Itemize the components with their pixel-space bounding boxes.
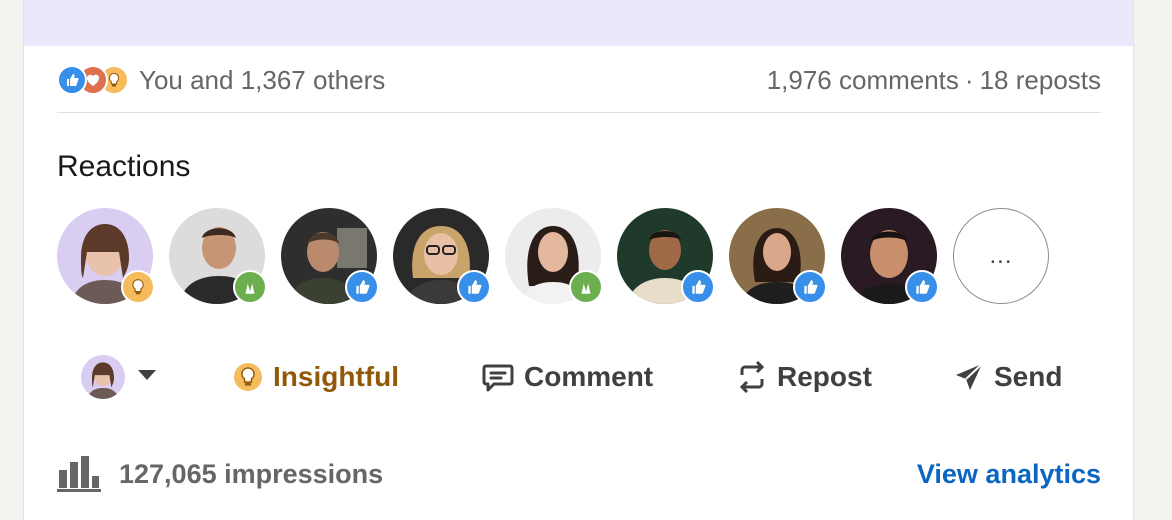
like-icon <box>793 270 827 304</box>
comment-icon <box>482 362 514 392</box>
reactions-summary[interactable]: You and 1,367 others <box>57 58 385 102</box>
reactor-avatar[interactable] <box>505 208 603 304</box>
reactions-count[interactable]: You and 1,367 others <box>139 65 385 96</box>
avatar <box>81 355 125 399</box>
like-icon <box>905 270 939 304</box>
comments-count[interactable]: 1,976 comments <box>767 65 959 96</box>
engagement-counts: 1,976 comments · 18 reposts <box>767 58 1101 102</box>
insightful-reaction-button[interactable]: Insightful <box>233 361 399 393</box>
impressions-count: 127,065 impressions <box>119 458 384 489</box>
post-actions-bar: Insightful Comment Repost Send <box>57 346 1101 408</box>
insightful-label: Insightful <box>273 361 399 392</box>
comment-label: Comment <box>524 361 654 392</box>
celebrate-icon <box>569 270 603 304</box>
reposts-count[interactable]: 18 reposts <box>980 65 1101 96</box>
reactions-heading: Reactions <box>57 150 191 183</box>
reactor-avatar[interactable] <box>841 208 939 304</box>
reactor-avatar[interactable] <box>729 208 827 304</box>
like-icon <box>681 270 715 304</box>
celebrate-icon <box>233 270 267 304</box>
repost-label: Repost <box>777 361 872 392</box>
more-reactors-button[interactable]: ... <box>953 208 1049 304</box>
analytics-bar: 127,065 impressions View analytics <box>57 452 1101 496</box>
impressions-summary: 127,065 impressions <box>57 456 383 492</box>
reactor-avatar[interactable] <box>617 208 715 304</box>
like-icon <box>457 270 491 304</box>
reactor-avatar[interactable] <box>281 208 379 304</box>
actor-switcher[interactable] <box>81 355 157 399</box>
reactors-list: ... <box>57 208 1065 304</box>
caret-down-icon[interactable] <box>137 368 157 386</box>
reactor-avatar[interactable] <box>169 208 267 304</box>
repost-icon <box>737 361 767 393</box>
send-icon <box>954 362 984 392</box>
send-button[interactable]: Send <box>954 361 1062 393</box>
send-label: Send <box>994 361 1063 392</box>
post-media-bottom <box>24 0 1133 46</box>
bar-chart-icon <box>57 456 101 492</box>
insightful-icon <box>121 270 155 304</box>
reactor-avatar[interactable] <box>393 208 491 304</box>
more-reactors[interactable]: ... <box>953 208 1049 304</box>
reactor-avatar[interactable] <box>57 208 155 304</box>
comment-button[interactable]: Comment <box>482 361 653 393</box>
post-card: You and 1,367 others 1,976 comments · 18… <box>23 0 1134 520</box>
separator-dot: · <box>964 64 974 95</box>
like-icon <box>345 270 379 304</box>
view-analytics-link[interactable]: View analytics <box>917 459 1101 490</box>
like-icon <box>57 65 87 95</box>
repost-button[interactable]: Repost <box>737 361 872 393</box>
reaction-icons-stack <box>57 65 129 95</box>
insightful-icon <box>233 362 263 392</box>
social-counts-bar: You and 1,367 others 1,976 comments · 18… <box>57 58 1101 113</box>
